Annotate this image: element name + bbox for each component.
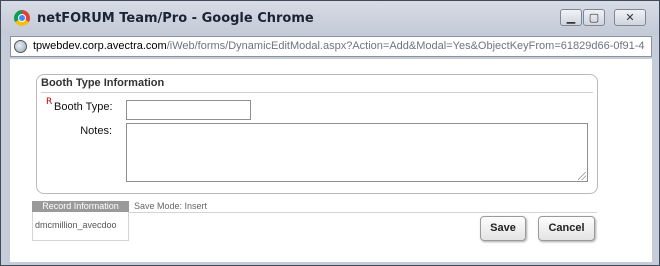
save-mode-text: Save Mode: Insert — [134, 201, 208, 211]
browser-window: netFORUM Team/Pro - Google Chrome ▁ ▢ ✕ … — [0, 0, 660, 266]
booth-type-label: Booth Type: — [54, 101, 113, 113]
maximize-button[interactable]: ▢ — [583, 9, 605, 26]
booth-type-input[interactable] — [126, 100, 251, 120]
section-title: Booth Type Information — [41, 77, 165, 89]
url-path: /iWeb/forms/DynamicEditModal.aspx?Action… — [166, 40, 645, 52]
address-bar[interactable]: tpwebdev.corp.avectra.com/iWeb/forms/Dyn… — [10, 36, 652, 57]
chrome-logo-icon — [14, 10, 30, 26]
record-user: dmcmillion_avecdoo — [35, 220, 117, 230]
url-text[interactable]: tpwebdev.corp.avectra.com/iWeb/forms/Dyn… — [33, 40, 645, 52]
close-button[interactable]: ✕ — [614, 9, 646, 26]
resize-grip-icon[interactable] — [578, 172, 586, 180]
notes-textarea[interactable] — [126, 123, 588, 182]
record-info-tab[interactable]: Record Information — [32, 201, 129, 212]
save-button[interactable]: Save — [480, 216, 526, 241]
window-title: netFORUM Team/Pro - Google Chrome — [37, 11, 314, 26]
modal-content: Booth Type Information R Booth Type: Not… — [10, 59, 652, 262]
minimize-button[interactable]: ▁ — [560, 9, 582, 26]
globe-icon — [14, 40, 27, 53]
title-bar[interactable]: netFORUM Team/Pro - Google Chrome ▁ ▢ ✕ — [1, 1, 659, 35]
record-info-divider — [129, 212, 597, 213]
notes-label: Notes: — [80, 125, 112, 137]
cancel-button[interactable]: Cancel — [538, 216, 595, 241]
section-divider — [41, 92, 593, 93]
record-info-box: dmcmillion_avecdoo — [32, 212, 129, 241]
url-host: tpwebdev.corp.avectra.com — [33, 40, 167, 52]
booth-type-fieldset: Booth Type Information R Booth Type: Not… — [36, 74, 598, 194]
required-marker: R — [46, 97, 53, 107]
